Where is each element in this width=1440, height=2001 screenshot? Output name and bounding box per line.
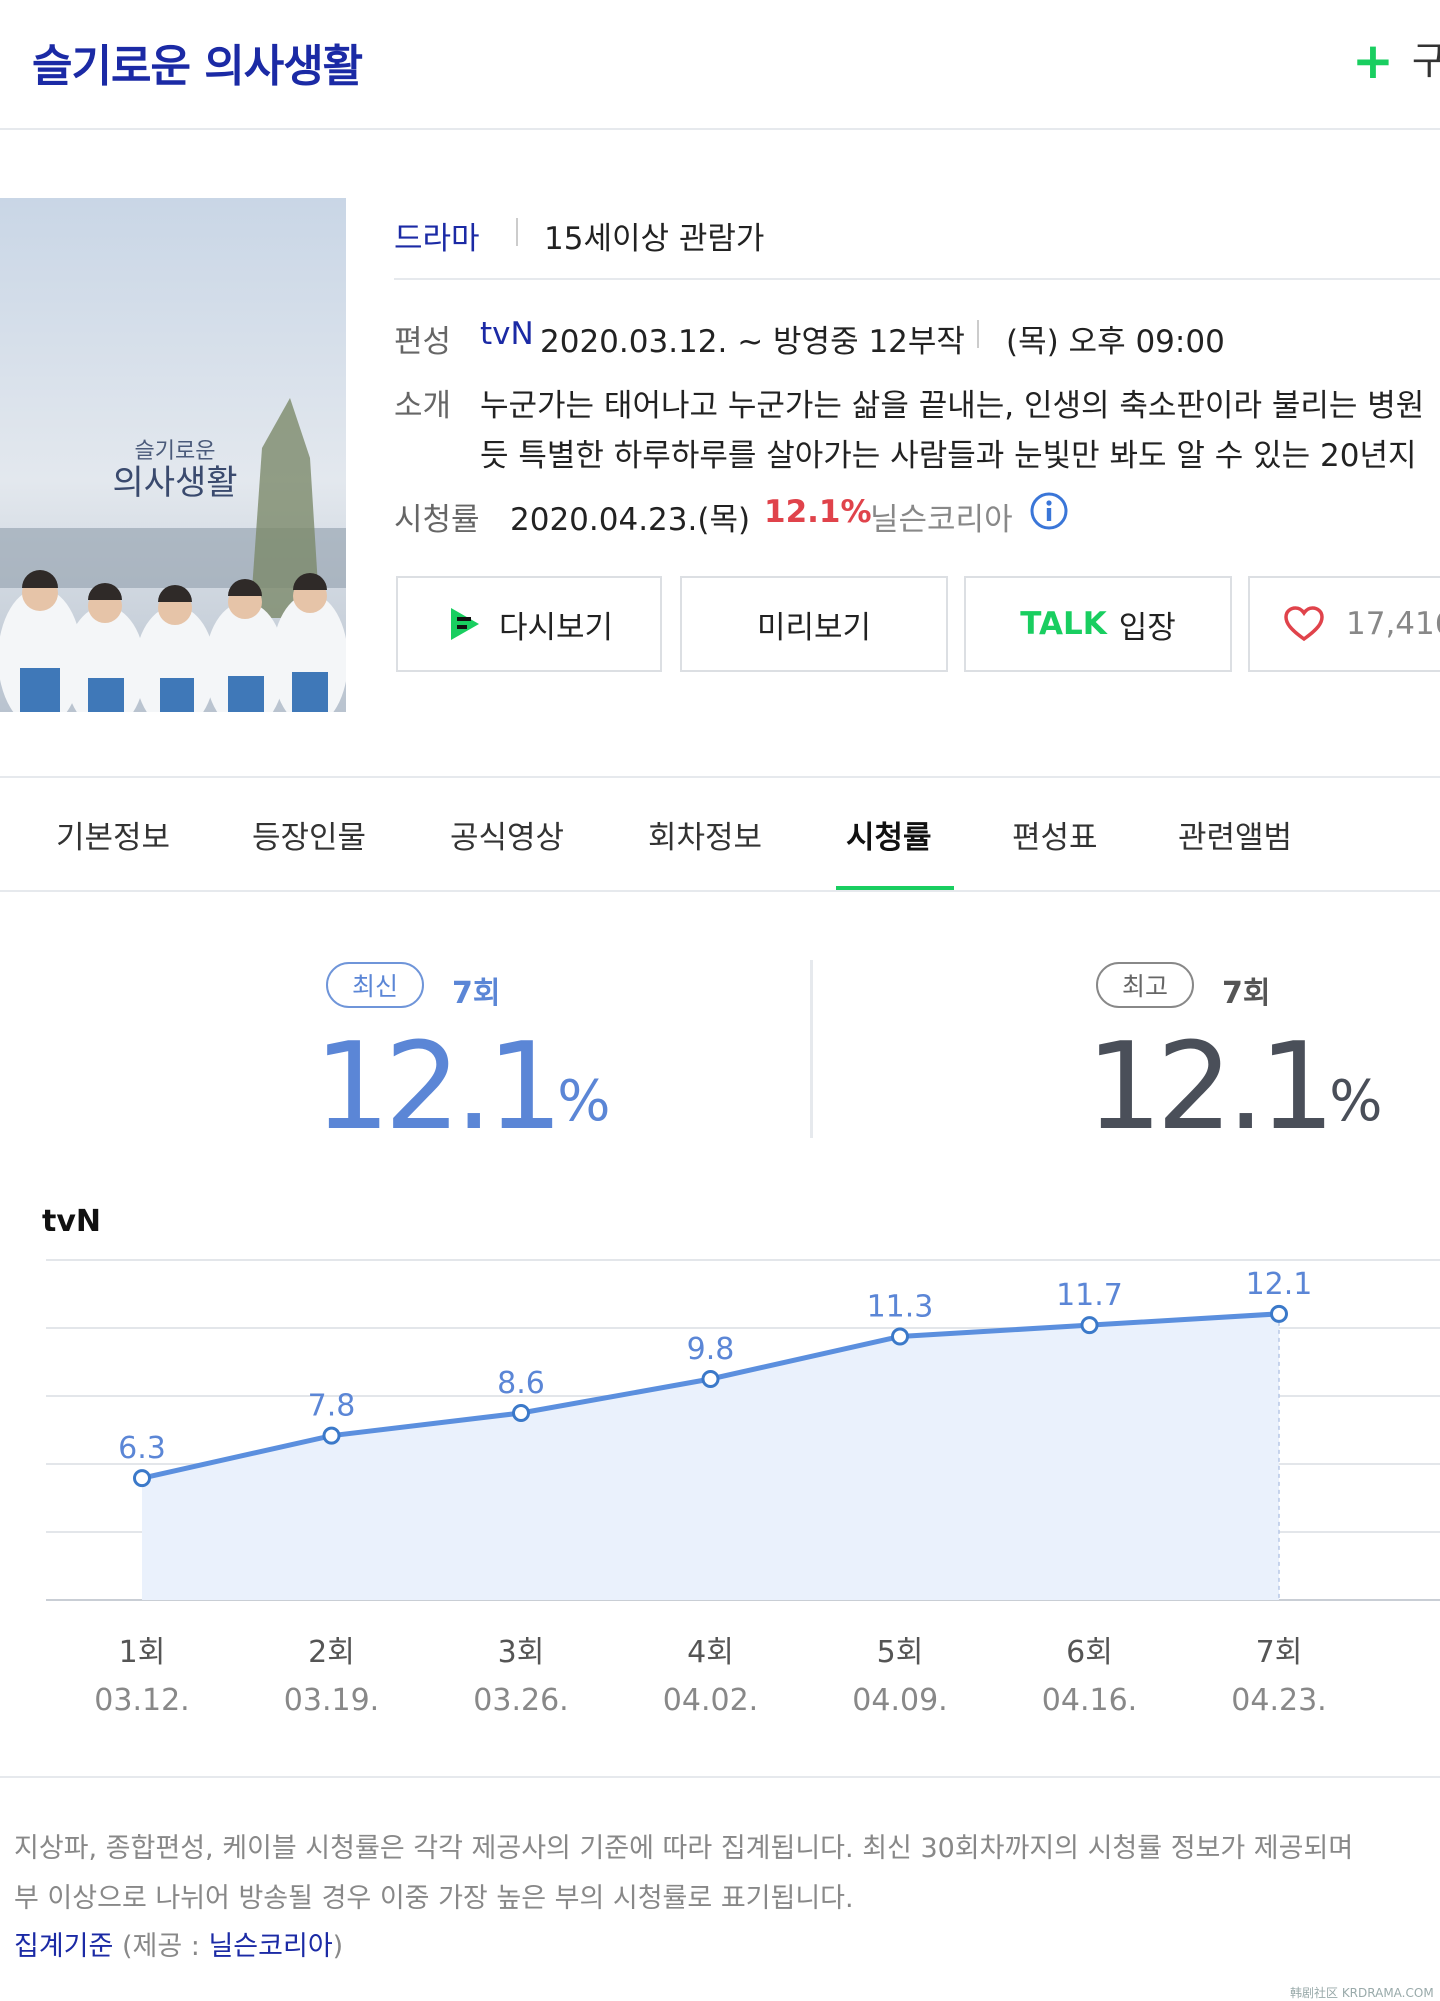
channel-link[interactable]: tvN: [480, 316, 534, 352]
ratings-chart: 6.3 1회 03.12. 7.8 2회 03.19. 8.6 3회 03.26. 9.8 4회 04…: [46, 1259, 1440, 1718]
footer-divider: [0, 1776, 1440, 1778]
x-date-label: 04.23.: [1231, 1683, 1326, 1718]
intro-text-line2: 듯 특별한 하루하루를 살아가는 사람들과 눈빛만 봐도 알 수 있는 20년지: [480, 438, 1417, 474]
tab-related-album[interactable]: 관련앨범: [1178, 812, 1292, 857]
tab-cast[interactable]: 등장인물: [252, 812, 366, 857]
data-label: 8.6: [497, 1366, 545, 1401]
talk-logo: TALK: [1020, 606, 1107, 642]
chart-title: tvN: [42, 1204, 102, 1239]
preview-label: 미리보기: [756, 609, 872, 646]
subscribe-button[interactable]: + 구: [1352, 36, 1440, 86]
x-tick-label: 5회: [877, 1635, 924, 1670]
svg-text:의사생활: 의사생활: [112, 465, 237, 502]
talk-button[interactable]: TALK 입장: [964, 576, 1232, 672]
data-label: 6.3: [118, 1431, 166, 1466]
x-date-label: 03.12.: [94, 1683, 189, 1718]
intro-label: 소개: [394, 388, 452, 424]
data-point: [1270, 1304, 1288, 1323]
footer-source: 집계기준 (제공 : 닐슨코리아): [14, 1924, 343, 1963]
data-label: 11.3: [867, 1290, 934, 1325]
broadcast-period: 2020.03.12. ~ 방영중 12부작: [540, 324, 965, 360]
replay-button[interactable]: 다시보기: [396, 576, 662, 672]
preview-button[interactable]: 미리보기: [680, 576, 948, 672]
basis-link[interactable]: 집계기준: [14, 1931, 113, 1962]
subscribe-label: 구: [1411, 39, 1440, 83]
header-divider: [0, 128, 1440, 130]
data-point: [133, 1469, 151, 1488]
rating-label: 시청률: [394, 502, 480, 538]
x-tick-label: 2회: [308, 1635, 355, 1670]
x-tick-label: 1회: [119, 1635, 166, 1670]
rating-date: 2020.04.23.(목): [510, 502, 751, 538]
x-tick-label: 3회: [498, 1635, 545, 1670]
summary-divider: [810, 960, 813, 1138]
rating-value: 12.1%: [764, 494, 872, 530]
info-icon[interactable]: [1030, 492, 1068, 530]
data-point: [512, 1404, 530, 1422]
separator: [977, 320, 979, 348]
replay-label: 다시보기: [498, 609, 614, 646]
latest-rating-unit: %: [557, 1069, 611, 1134]
page-title[interactable]: 슬기로운 의사생활: [32, 30, 363, 94]
best-rating-unit: %: [1329, 1069, 1383, 1134]
footer-note-line2: 부 이상으로 나뉘어 방송될 경우 이중 가장 높은 부의 시청률로 표기됩니다…: [14, 1883, 854, 1914]
poster-image[interactable]: 슬기로운 의사생활: [0, 198, 346, 712]
section-divider: [0, 776, 1440, 778]
latest-rating: 12.1%: [314, 1018, 610, 1158]
best-badge: 최고: [1096, 962, 1194, 1008]
data-point: [1080, 1316, 1099, 1335]
best-rating-value: 12.1: [1086, 1018, 1335, 1157]
rating-source: 닐슨코리아: [870, 502, 1013, 538]
like-button[interactable]: 17,416: [1248, 576, 1440, 672]
x-tick-label: 6회: [1066, 1635, 1113, 1670]
programming-label: 편성: [394, 324, 452, 360]
x-date-label: 04.09.: [852, 1683, 947, 1718]
data-label: 12.1: [1246, 1267, 1313, 1302]
provider-suffix: ): [332, 1931, 344, 1962]
like-count: 17,416: [1346, 606, 1440, 642]
svg-text:슬기로운: 슬기로운: [135, 438, 216, 463]
plus-icon: +: [1352, 32, 1394, 90]
latest-badge: 최신: [326, 962, 424, 1008]
x-date-label: 04.16.: [1042, 1683, 1137, 1718]
data-label: 11.7: [1056, 1278, 1123, 1313]
best-episode: 7회: [1222, 976, 1271, 1011]
provider-prefix: (제공 :: [121, 1931, 209, 1962]
x-tick-label: 4회: [687, 1635, 734, 1670]
data-label: 7.8: [308, 1389, 356, 1424]
x-date-label: 03.26.: [473, 1683, 568, 1718]
data-point: [322, 1426, 341, 1445]
info-divider: [394, 278, 1440, 280]
x-date-label: 03.19.: [284, 1683, 379, 1718]
tabs-divider: [0, 890, 1440, 892]
poster-illustration: 슬기로운 의사생활: [0, 198, 346, 712]
x-date-label: 04.02.: [663, 1683, 758, 1718]
tab-episode-info[interactable]: 회차정보: [648, 812, 762, 857]
play-icon: [445, 604, 485, 644]
data-label: 9.8: [687, 1332, 735, 1367]
talk-label: 입장: [1118, 609, 1176, 646]
separator: [516, 218, 518, 246]
intro-text-line1: 누군가는 태어나고 누군가는 삶을 끝내는, 인생의 축소판이라 불리는 병원: [480, 388, 1425, 424]
watermark: 韩剧社区 KRDRAMA.COM: [1290, 1986, 1434, 2000]
latest-episode: 7회: [452, 976, 501, 1011]
provider-link[interactable]: 닐슨코리아: [208, 1931, 332, 1962]
genre-link[interactable]: 드라마: [394, 213, 480, 258]
tab-official-video[interactable]: 공식영상: [450, 812, 564, 857]
data-point: [701, 1370, 720, 1388]
best-rating: 12.1%: [1086, 1018, 1382, 1158]
footer-note-line1: 지상파, 종합편성, 케이블 시청률은 각각 제공사의 기준에 따라 집계됩니다…: [14, 1833, 1354, 1864]
tab-schedule[interactable]: 편성표: [1012, 812, 1098, 857]
age-rating: 15세이상 관람가: [544, 221, 765, 257]
broadcast-time: (목) 오후 09:00: [1006, 324, 1225, 360]
latest-rating-value: 12.1: [314, 1018, 563, 1157]
tab-ratings[interactable]: 시청률: [846, 812, 932, 857]
data-point: [891, 1327, 909, 1346]
tab-basic-info[interactable]: 기본정보: [56, 812, 170, 857]
x-tick-label: 7회: [1256, 1635, 1303, 1670]
heart-icon: [1284, 606, 1324, 642]
